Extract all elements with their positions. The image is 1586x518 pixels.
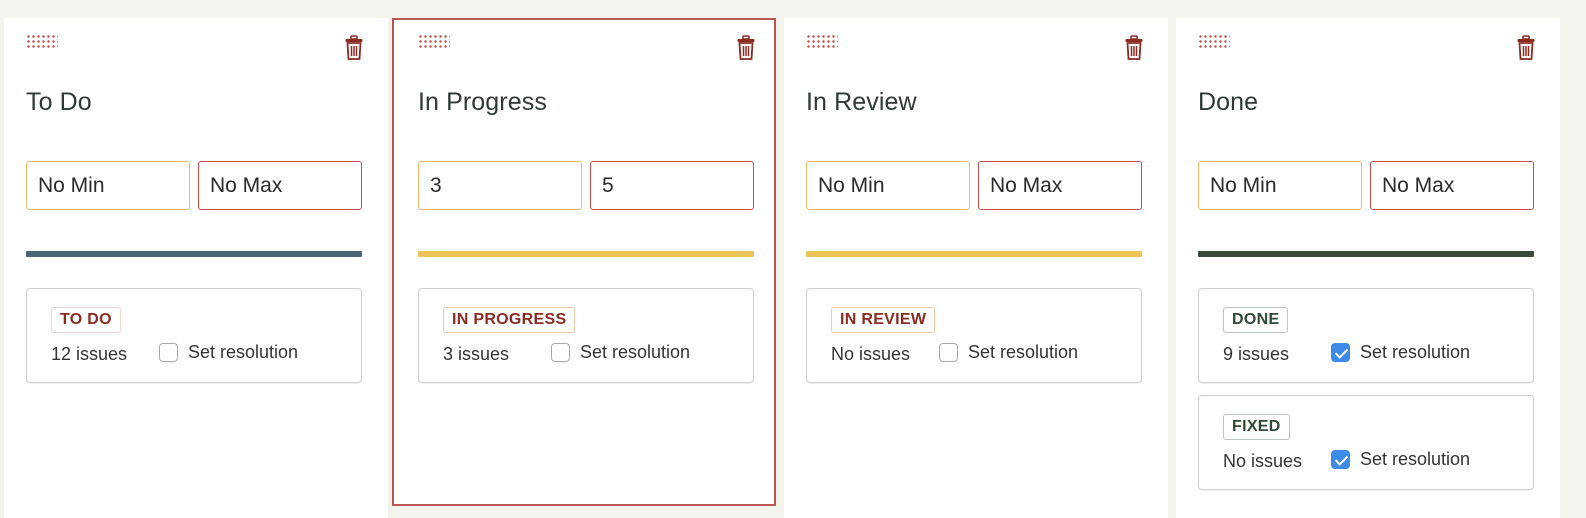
- column-limits: [1198, 161, 1534, 211]
- issue-count: 3 issues: [443, 344, 510, 364]
- min-issues-input[interactable]: [806, 161, 970, 210]
- max-issues-input[interactable]: [1370, 161, 1534, 210]
- issue-count: No issues: [831, 344, 911, 364]
- column-in-review[interactable]: In Review IN REVIEW No issues Set resolutio…: [784, 18, 1168, 518]
- issue-count: No issues: [1223, 451, 1303, 471]
- drag-handle-icon[interactable]: [1198, 34, 1230, 50]
- column-content: In Review IN REVIEW No issues Set resolutio…: [806, 18, 1144, 518]
- status-card[interactable]: IN REVIEW No issues Set resolution: [806, 288, 1142, 383]
- column-color-bar: [1198, 251, 1534, 257]
- column-content: To Do TO DO 12 issues Set resolution: [26, 18, 364, 518]
- column-limits: [26, 161, 362, 211]
- trash-icon: [1125, 35, 1143, 60]
- set-resolution-toggle[interactable]: Set resolution: [159, 342, 298, 363]
- column-color-bar: [26, 251, 362, 257]
- resolution-checkbox[interactable]: [1331, 343, 1350, 362]
- status-badge: IN PROGRESS: [443, 307, 576, 333]
- column-limits: [806, 161, 1142, 211]
- resolution-checkbox[interactable]: [159, 343, 178, 362]
- set-resolution-toggle[interactable]: Set resolution: [939, 342, 1078, 363]
- column-in-progress[interactable]: In Progress IN PROGRESS 3 issues Set resolu…: [392, 18, 776, 506]
- column-title[interactable]: To Do: [26, 88, 92, 117]
- resolution-checkbox[interactable]: [939, 343, 958, 362]
- status-badge: IN REVIEW: [831, 307, 936, 333]
- issue-count: 12 issues: [51, 344, 128, 364]
- delete-column-button[interactable]: [1516, 35, 1536, 61]
- column-title[interactable]: Done: [1198, 88, 1258, 117]
- trash-icon: [345, 35, 363, 60]
- status-card[interactable]: IN PROGRESS 3 issues Set resolution: [418, 288, 754, 383]
- column-color-bar: [806, 251, 1142, 257]
- drag-handle-icon[interactable]: [418, 34, 450, 50]
- delete-column-button[interactable]: [736, 35, 756, 61]
- column-todo[interactable]: To Do TO DO 12 issues Set resolution: [4, 18, 388, 518]
- status-card[interactable]: FIXED No issues Set resolution: [1198, 395, 1534, 490]
- column-title[interactable]: In Progress: [418, 88, 547, 117]
- min-issues-input[interactable]: [26, 161, 190, 210]
- column-color-bar: [418, 251, 754, 257]
- max-issues-input[interactable]: [198, 161, 362, 210]
- column-content: Done DONE 9 issues Set resolution FIXED No is…: [1198, 18, 1536, 518]
- resolution-label: Set resolution: [1360, 342, 1471, 362]
- max-issues-input[interactable]: [978, 161, 1142, 210]
- drag-handle-icon[interactable]: [26, 34, 58, 50]
- column-content: In Progress IN PROGRESS 3 issues Set resolu…: [418, 18, 756, 502]
- issue-count: 9 issues: [1223, 344, 1290, 364]
- column-limits: [418, 161, 754, 211]
- max-issues-input[interactable]: [590, 161, 754, 210]
- status-badge: DONE: [1223, 307, 1289, 333]
- trash-icon: [1517, 35, 1535, 60]
- trash-icon: [737, 35, 755, 60]
- status-badge: FIXED: [1223, 414, 1290, 440]
- min-issues-input[interactable]: [1198, 161, 1362, 210]
- resolution-label: Set resolution: [188, 342, 299, 362]
- board: To DoTO DO12 issuesSet resolutionIn Prog…: [4, 18, 1586, 518]
- status-badge: TO DO: [51, 307, 121, 333]
- resolution-label: Set resolution: [1360, 449, 1471, 469]
- column-done[interactable]: Done DONE 9 issues Set resolution FIXED No is…: [1176, 18, 1560, 518]
- column-title[interactable]: In Review: [806, 88, 917, 117]
- resolution-checkbox[interactable]: [551, 343, 570, 362]
- set-resolution-toggle[interactable]: Set resolution: [1331, 342, 1470, 363]
- delete-column-button[interactable]: [1124, 35, 1144, 61]
- status-card[interactable]: DONE 9 issues Set resolution: [1198, 288, 1534, 383]
- drag-handle-icon[interactable]: [806, 34, 838, 50]
- min-issues-input[interactable]: [418, 161, 582, 210]
- resolution-label: Set resolution: [580, 342, 691, 362]
- resolution-label: Set resolution: [968, 342, 1079, 362]
- set-resolution-toggle[interactable]: Set resolution: [551, 342, 690, 363]
- status-card[interactable]: TO DO 12 issues Set resolution: [26, 288, 362, 383]
- resolution-checkbox[interactable]: [1331, 450, 1350, 469]
- delete-column-button[interactable]: [344, 35, 364, 61]
- set-resolution-toggle[interactable]: Set resolution: [1331, 449, 1470, 470]
